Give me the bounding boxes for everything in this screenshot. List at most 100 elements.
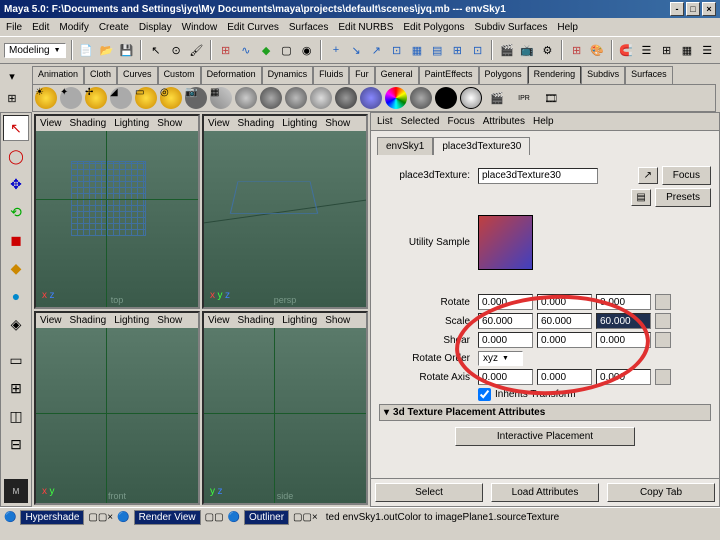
snap-live-icon[interactable]: ◉ xyxy=(298,40,315,60)
shelf-tab-painteffects[interactable]: PaintEffects xyxy=(419,66,479,84)
snap-plane-icon[interactable]: ▢ xyxy=(278,40,295,60)
channels-icon[interactable]: ☰ xyxy=(699,40,716,60)
shader2-icon[interactable] xyxy=(260,87,282,109)
rotate-slider[interactable] xyxy=(655,294,671,310)
snap-curve-icon[interactable]: ∿ xyxy=(237,40,254,60)
vp-menu-view[interactable]: View xyxy=(40,118,62,129)
select-tool[interactable]: ↖ xyxy=(3,115,29,141)
channel-icon[interactable]: ▦ xyxy=(408,40,425,60)
attr-menu-attributes[interactable]: Attributes xyxy=(483,116,525,127)
menu-window[interactable]: Window xyxy=(182,22,218,33)
shear-x[interactable] xyxy=(478,332,533,348)
interactive-placement-button[interactable]: Interactive Placement xyxy=(455,427,635,446)
output-icon[interactable]: ↗ xyxy=(368,40,385,60)
attr-menu-help[interactable]: Help xyxy=(533,116,554,127)
shear-z[interactable] xyxy=(596,332,651,348)
shader4-icon[interactable] xyxy=(310,87,332,109)
viewport-top[interactable]: ViewShadingLightingShow x z top xyxy=(34,114,200,309)
shelf-tab-custom[interactable]: Custom xyxy=(158,66,201,84)
ipr-icon[interactable]: 📺 xyxy=(519,40,536,60)
scale-tool[interactable]: ◼ xyxy=(3,227,29,253)
attr-menu[interactable]: ListSelectedFocusAttributesHelp xyxy=(371,113,719,131)
render-globals-icon[interactable]: ⚙ xyxy=(539,40,556,60)
section-3d-placement[interactable]: ▾ 3d Texture Placement Attributes xyxy=(379,404,711,421)
shelf-tab-surfaces[interactable]: Surfaces xyxy=(625,66,673,84)
menu-display[interactable]: Display xyxy=(139,22,172,33)
menu-edit-nurbs[interactable]: Edit NURBS xyxy=(338,22,393,33)
vp-menu-show[interactable]: Show xyxy=(325,315,350,326)
menu-edit-curves[interactable]: Edit Curves xyxy=(227,22,279,33)
four-view-icon[interactable]: ⊞ xyxy=(3,375,29,401)
shader5-icon[interactable] xyxy=(335,87,357,109)
load-attributes-button[interactable]: Load Attributes xyxy=(491,483,599,502)
scale-y[interactable] xyxy=(537,313,592,329)
rotate-axis-z[interactable] xyxy=(596,369,651,385)
preset-icon[interactable]: ▤ xyxy=(631,189,651,206)
rotate-order-select[interactable]: xyz xyxy=(478,351,523,366)
texture-icon[interactable]: ▦ xyxy=(210,87,232,109)
input-icon[interactable]: ↘ xyxy=(348,40,365,60)
main-menu[interactable]: FileEditModifyCreateDisplayWindowEdit Cu… xyxy=(0,18,720,36)
vp-menu-lighting[interactable]: Lighting xyxy=(282,315,317,326)
light-point-icon[interactable]: ✢ xyxy=(85,87,107,109)
rotate-z[interactable] xyxy=(596,294,651,310)
manipulator-tool[interactable]: ◆ xyxy=(3,255,29,281)
rotate-axis-x[interactable] xyxy=(478,369,533,385)
camera-icon[interactable]: 📷 xyxy=(185,87,207,109)
shader3-icon[interactable] xyxy=(285,87,307,109)
shear-y[interactable] xyxy=(537,332,592,348)
vp-menu-show[interactable]: Show xyxy=(157,315,182,326)
save-scene-icon[interactable]: 💾 xyxy=(118,40,135,60)
presets-button[interactable]: Presets xyxy=(655,188,711,207)
viewport-side[interactable]: ViewShadingLightingShow y z side xyxy=(202,311,368,506)
viewport-front[interactable]: ViewShadingLightingShow x y front xyxy=(34,311,200,506)
rotate-x[interactable] xyxy=(478,294,533,310)
attr-menu-focus[interactable]: Focus xyxy=(447,116,474,127)
light-volume-icon[interactable]: ◎ xyxy=(160,87,182,109)
rotate-axis-slider[interactable] xyxy=(655,369,671,385)
menu-create[interactable]: Create xyxy=(99,22,129,33)
shader8-icon[interactable] xyxy=(435,87,457,109)
shelf-tab-curves[interactable]: Curves xyxy=(117,66,158,84)
history-icon[interactable]: + xyxy=(327,40,344,60)
vp-menu-shading[interactable]: Shading xyxy=(70,118,107,129)
outliner-tab[interactable]: Outliner xyxy=(244,510,289,525)
mode-selector[interactable]: Modeling xyxy=(4,43,66,58)
tab-envsky[interactable]: envSky1 xyxy=(377,137,433,155)
two-side-icon[interactable]: ◫ xyxy=(3,403,29,429)
scale-slider[interactable] xyxy=(655,313,671,329)
render-view-icon[interactable]: 🎬 xyxy=(485,87,509,109)
select-button[interactable]: Select xyxy=(375,483,483,502)
shear-slider[interactable] xyxy=(655,332,671,348)
attr-menu-list[interactable]: List xyxy=(377,116,393,127)
rotate-tool[interactable]: ⟲ xyxy=(3,199,29,225)
viewport-persp[interactable]: ViewShadingLightingShow x y z persp xyxy=(202,114,368,309)
menu-edit[interactable]: Edit xyxy=(32,22,49,33)
last-tool[interactable]: ◈ xyxy=(3,311,29,337)
magnet-icon[interactable]: 🧲 xyxy=(618,40,635,60)
single-view-icon[interactable]: ▭ xyxy=(3,347,29,373)
light-area-icon[interactable]: ▭ xyxy=(135,87,157,109)
shelf-tab-animation[interactable]: Animation xyxy=(32,66,84,84)
open-scene-icon[interactable]: 📂 xyxy=(98,40,115,60)
minimize-button[interactable]: - xyxy=(670,2,684,16)
shelf-tab-subdivs[interactable]: Subdivs xyxy=(581,66,625,84)
hypergraph-icon[interactable]: ⊞ xyxy=(568,40,585,60)
render-icon[interactable]: 🎬 xyxy=(498,40,515,60)
list-icon[interactable]: ☰ xyxy=(638,40,655,60)
renderview-tab[interactable]: Render View xyxy=(134,510,201,525)
shelf-tab-deformation[interactable]: Deformation xyxy=(201,66,262,84)
vp-menu-lighting[interactable]: Lighting xyxy=(114,118,149,129)
vp-menu-shading[interactable]: Shading xyxy=(238,315,275,326)
vp-menu-show[interactable]: Show xyxy=(325,118,350,129)
shelf-menu-icon[interactable]: ▾ xyxy=(2,66,22,86)
lasso-icon[interactable]: ⊙ xyxy=(168,40,185,60)
batch-render-icon[interactable]: 🎞 xyxy=(539,87,563,109)
inherits-checkbox[interactable] xyxy=(478,388,491,401)
paint-icon[interactable]: 🖌 xyxy=(188,40,205,60)
shelf-tab-rendering[interactable]: Rendering xyxy=(528,66,582,84)
shader7-icon[interactable] xyxy=(410,87,432,109)
menu-surfaces[interactable]: Surfaces xyxy=(289,22,328,33)
move-tool[interactable]: ✥ xyxy=(3,171,29,197)
soft-mod-tool[interactable]: ● xyxy=(3,283,29,309)
